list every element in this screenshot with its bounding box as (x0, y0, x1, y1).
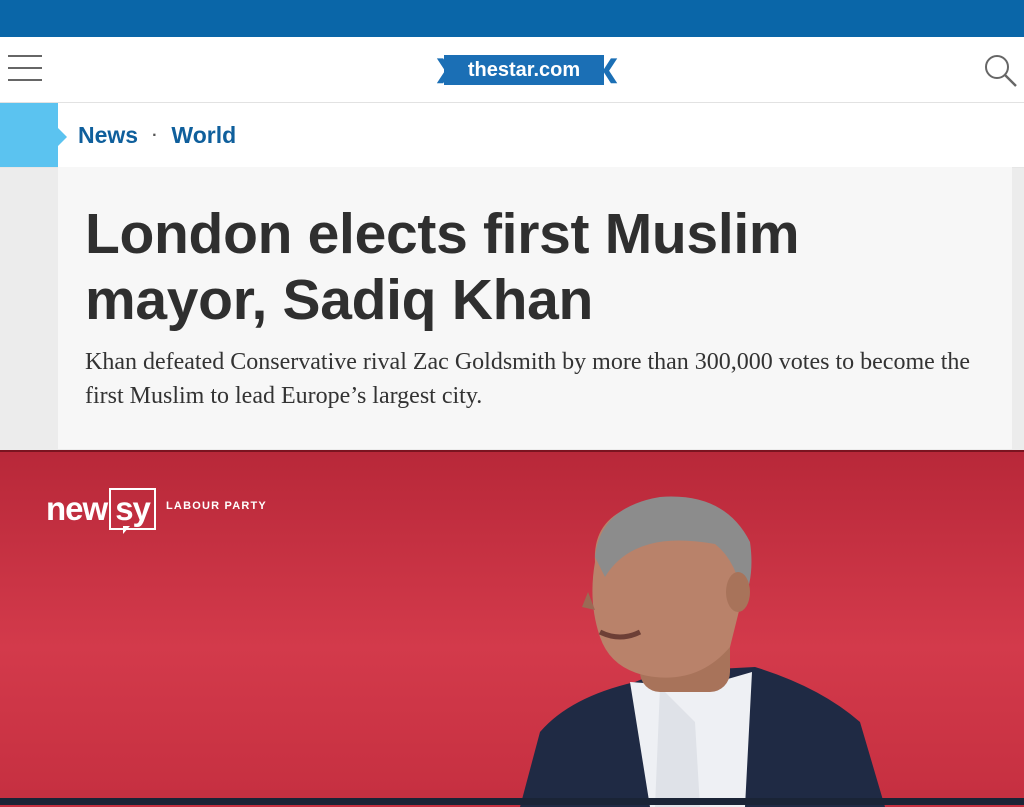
site-header: ❯ thestar.com ❮ (0, 37, 1024, 103)
article-header: London elects first Muslim mayor, Sadiq … (58, 167, 1012, 449)
search-icon[interactable] (982, 52, 1018, 88)
logo-right-chevron: ❮ (600, 56, 621, 83)
speaker-image (520, 496, 885, 807)
breadcrumb-world-link[interactable]: World (171, 122, 236, 148)
breadcrumb-bar: News · World (0, 103, 1024, 168)
breadcrumb-news-link[interactable]: News (78, 122, 138, 148)
site-logo[interactable]: ❯ thestar.com ❮ (434, 55, 620, 85)
breadcrumb: News · World (78, 103, 236, 167)
status-bar (0, 0, 1024, 37)
video-caption: LABOUR PARTY (166, 500, 267, 512)
breadcrumb-separator: · (152, 127, 158, 144)
breadcrumb-accent (0, 103, 67, 167)
site-logo-text: thestar.com (444, 55, 604, 85)
hamburger-icon (8, 55, 42, 57)
article-summary: Khan defeated Conservative rival Zac Gol… (85, 349, 971, 409)
article-headline: London elects first Muslim mayor, Sadiq … (85, 202, 800, 332)
newsy-logo: new sy (46, 488, 156, 530)
hamburger-menu-button[interactable] (8, 55, 44, 85)
video-player[interactable]: new sy LABOUR PARTY (0, 450, 1024, 807)
bottom-strip (0, 798, 1024, 805)
newsy-logo-tail (123, 526, 130, 534)
